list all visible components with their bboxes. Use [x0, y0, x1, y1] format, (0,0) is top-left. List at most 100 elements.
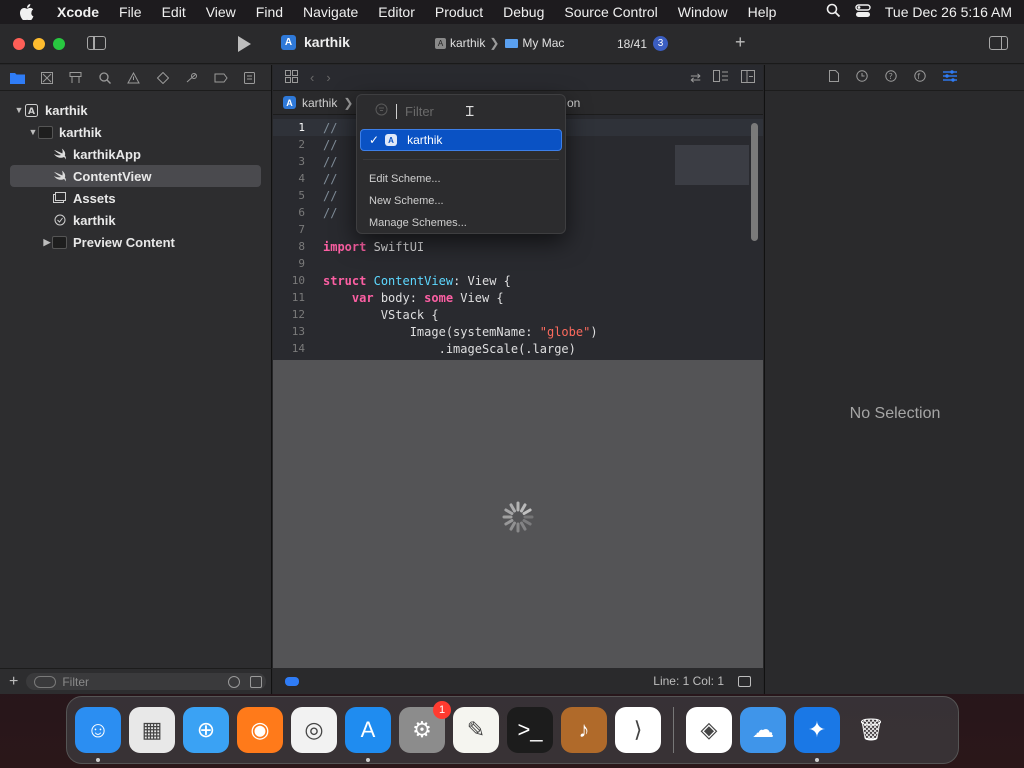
breakpoint-navigator-tab-icon[interactable] [212, 69, 229, 86]
close-window-button[interactable] [13, 38, 25, 50]
control-center-icon[interactable] [855, 3, 871, 21]
menu-edit[interactable]: Edit [152, 0, 196, 24]
disclosure-icon[interactable]: ▶ [42, 237, 52, 248]
report-navigator-tab-icon[interactable] [241, 69, 258, 86]
disclosure-icon[interactable]: ▼ [28, 127, 38, 137]
tree-item[interactable]: ▼ Akarthik [0, 99, 271, 121]
firefox-icon[interactable]: ◉ [237, 707, 283, 753]
tree-item[interactable]: karthikApp [0, 143, 271, 165]
line-number[interactable]: 6 [273, 206, 313, 219]
visual-studio-icon[interactable]: ◈ [686, 707, 732, 753]
test-navigator-tab-icon[interactable] [154, 69, 171, 86]
navigator-filter-input[interactable]: Filter [26, 673, 267, 690]
menu-window[interactable]: Window [668, 0, 738, 24]
scheme-selector[interactable]: A karthik ❯ My Mac [435, 36, 564, 50]
line-number[interactable]: 14 [273, 342, 313, 355]
line-number[interactable]: 8 [273, 240, 313, 253]
menu-editor[interactable]: Editor [368, 0, 425, 24]
line-number[interactable]: 1 [273, 121, 313, 134]
activity-counter[interactable]: 18/41 3 [617, 36, 669, 51]
menu-view[interactable]: View [196, 0, 246, 24]
add-editor-icon[interactable] [741, 69, 755, 86]
attributes-inspector-icon[interactable] [943, 70, 957, 85]
trash-icon[interactable]: 🗑 [848, 707, 894, 753]
line-number[interactable]: 12 [273, 308, 313, 321]
disclosure-icon[interactable]: ▼ [14, 105, 24, 115]
add-library-button[interactable]: + [735, 32, 746, 53]
editor-options-icon[interactable] [713, 70, 729, 85]
identity-inspector-icon[interactable]: f [914, 70, 926, 85]
code-line[interactable]: 8 import SwiftUI [273, 238, 763, 255]
zoom-window-button[interactable] [53, 38, 65, 50]
safari-icon[interactable]: ⊕ [183, 707, 229, 753]
scheme-menu-item[interactable]: Edit Scheme... [357, 168, 565, 190]
source-control-tab-icon[interactable] [38, 69, 55, 86]
grid-icon[interactable] [285, 69, 298, 86]
vscode-icon[interactable]: ⟩ [615, 707, 661, 753]
editor-scrollbar[interactable] [751, 123, 758, 241]
app-store-icon[interactable]: A [345, 707, 391, 762]
menubar-clock[interactable]: Tue Dec 26 5:16 AM [885, 4, 1012, 20]
tree-item[interactable]: Assets [0, 187, 271, 209]
minimize-window-button[interactable] [33, 38, 45, 50]
tree-item[interactable]: ▼ karthik [0, 121, 271, 143]
terminal-icon[interactable]: >_ [507, 707, 553, 753]
project-title[interactable]: A karthik [281, 34, 350, 50]
toggle-canvas-icon[interactable] [738, 675, 751, 687]
search-icon[interactable] [826, 3, 841, 21]
menu-help[interactable]: Help [738, 0, 787, 24]
project-navigator-tab-icon[interactable] [9, 69, 26, 86]
weather-icon[interactable]: ☁ [740, 707, 786, 753]
run-button[interactable] [238, 36, 251, 52]
system-settings-icon[interactable]: ⚙ 1 [399, 701, 451, 753]
tree-item[interactable]: karthik [0, 209, 271, 231]
menu-product[interactable]: Product [425, 0, 493, 24]
help-inspector-icon[interactable]: ? [885, 70, 897, 85]
issue-navigator-tab-icon[interactable] [125, 69, 142, 86]
preview-toggle-icon[interactable] [285, 676, 299, 686]
code-line[interactable]: 11 var body: some View { [273, 289, 763, 306]
line-number[interactable]: 4 [273, 172, 313, 185]
file-inspector-icon[interactable] [829, 70, 839, 85]
line-number[interactable]: 13 [273, 325, 313, 338]
menu-navigate[interactable]: Navigate [293, 0, 368, 24]
menu-find[interactable]: Find [246, 0, 293, 24]
recent-files-icon[interactable] [228, 675, 241, 688]
add-file-icon[interactable]: + [9, 673, 18, 691]
code-line[interactable]: 9 [273, 255, 763, 272]
destination-name[interactable]: My Mac [522, 36, 564, 50]
tree-item[interactable]: ▶ Preview Content [0, 231, 271, 253]
instruments-icon[interactable]: ♪ [561, 707, 607, 753]
launchpad-icon[interactable]: ▦ [129, 707, 175, 753]
scheme-filter-field[interactable]: Filter Ɪ [357, 95, 565, 127]
code-line[interactable]: 14 .imageScale(.large) [273, 340, 763, 357]
code-line[interactable]: 13 Image(systemName: "globe") [273, 323, 763, 340]
breadcrumb-project[interactable]: karthik [302, 96, 337, 110]
line-number[interactable]: 7 [273, 223, 313, 236]
show-changed-icon[interactable] [250, 675, 263, 688]
toggle-navigator-icon[interactable] [87, 36, 106, 50]
minimap-viewport[interactable] [675, 145, 749, 185]
line-number[interactable]: 2 [273, 138, 313, 151]
code-line[interactable]: 10 struct ContentView: View { [273, 272, 763, 289]
swap-icon[interactable]: ⇄ [690, 70, 701, 86]
textedit-icon[interactable]: ✎ [453, 707, 499, 753]
toggle-inspector-icon[interactable] [989, 36, 1008, 50]
forward-icon[interactable]: › [326, 70, 330, 85]
scheme-menu-item[interactable]: Manage Schemes... [357, 212, 565, 234]
menu-debug[interactable]: Debug [493, 0, 554, 24]
apple-menu-icon[interactable] [17, 2, 37, 22]
filter-options-icon[interactable] [34, 675, 57, 688]
tree-item[interactable]: ContentView [10, 165, 261, 187]
history-inspector-icon[interactable] [856, 70, 868, 85]
menu-app-name[interactable]: Xcode [51, 0, 109, 24]
chrome-icon[interactable]: ◎ [291, 707, 337, 753]
line-number[interactable]: 11 [273, 291, 313, 304]
finder-icon[interactable]: ☺ [75, 707, 121, 762]
scheme-menu-item[interactable]: New Scheme... [357, 190, 565, 212]
scheme-option-selected[interactable]: ✓ A karthik [360, 129, 562, 151]
back-icon[interactable]: ‹ [310, 70, 314, 85]
code-line[interactable]: 12 VStack { [273, 306, 763, 323]
debug-navigator-tab-icon[interactable] [183, 69, 200, 86]
line-number[interactable]: 5 [273, 189, 313, 202]
